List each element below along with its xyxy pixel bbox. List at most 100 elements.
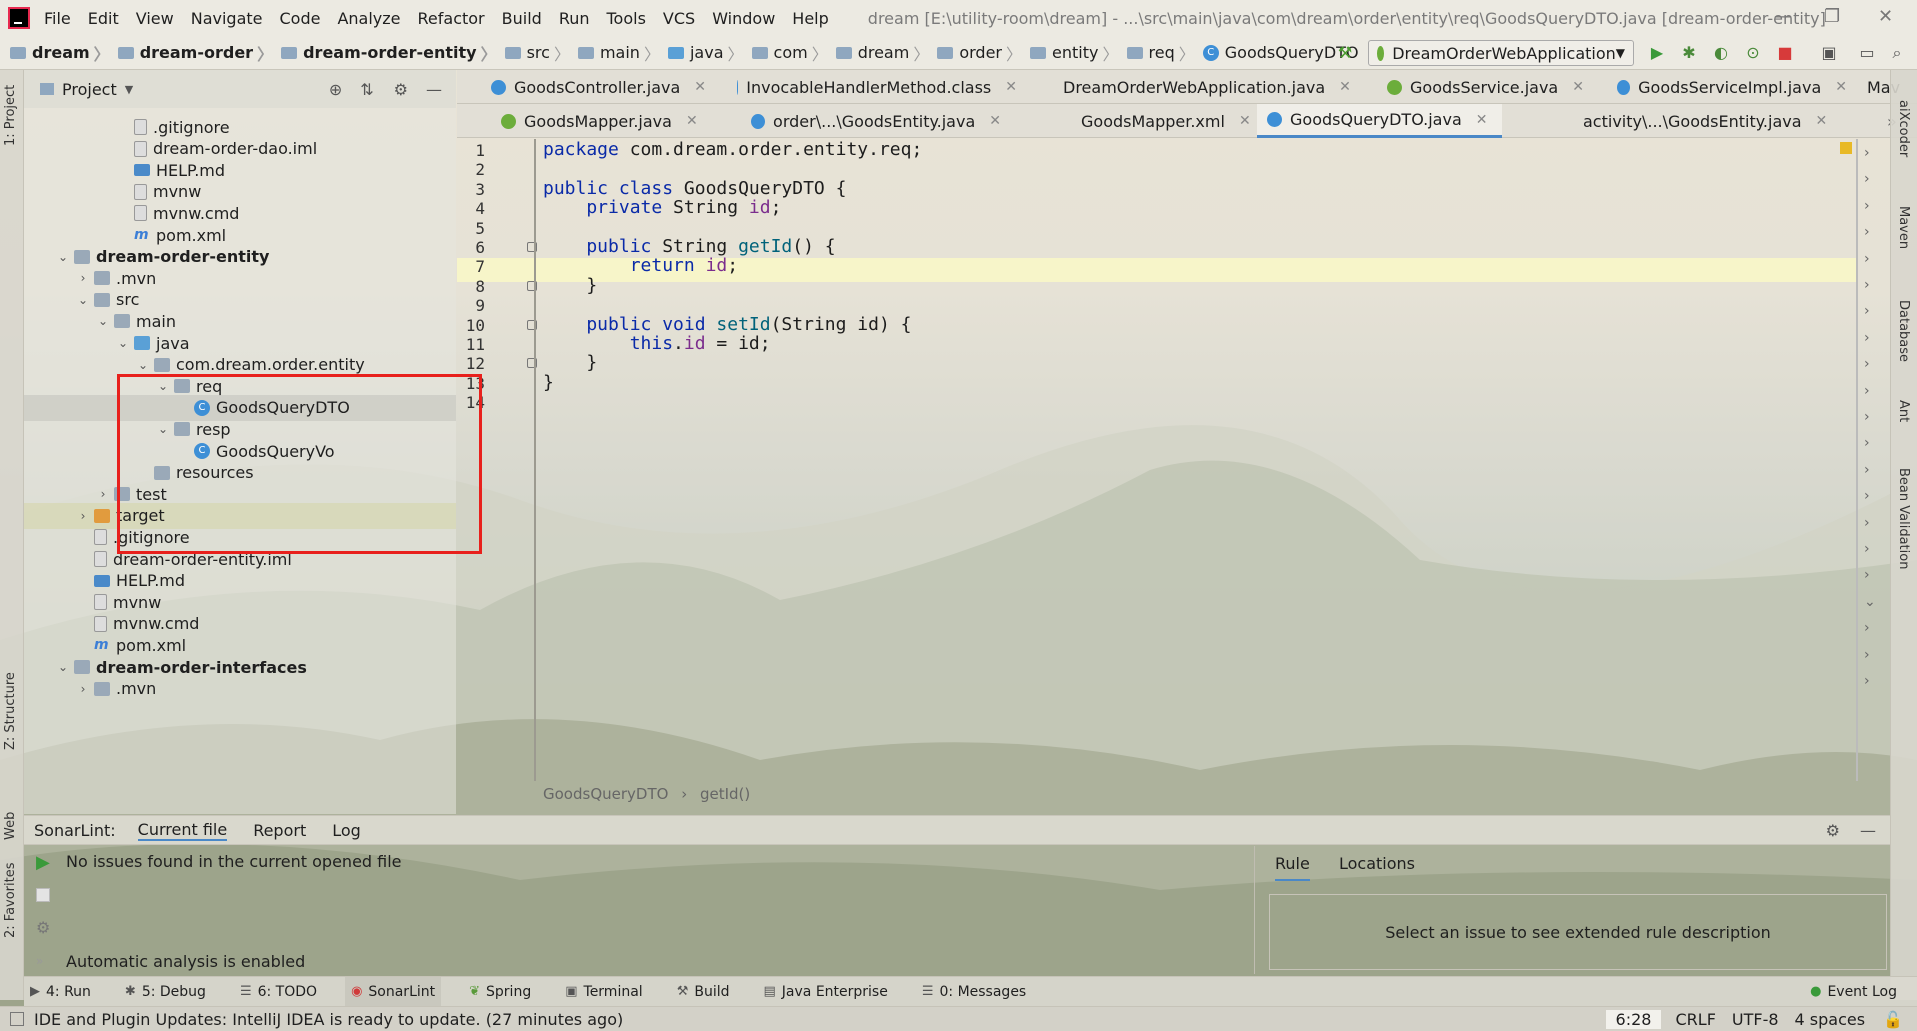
editor-tab[interactable]: GoodsMapper.java ✕ [491,104,701,138]
editor-tab[interactable]: GoodsController.java ✕ [481,70,706,104]
menu-navigate[interactable]: Navigate [191,9,263,28]
gear-icon[interactable]: ⚙ [394,80,408,99]
maximize-icon[interactable]: ❐ [1824,6,1840,27]
breadcrumb-item[interactable]: order 〉 [937,41,1022,65]
editor-tab[interactable]: GoodsServiceImpl.java ✕ [1607,70,1847,104]
close-icon[interactable]: ✕ [1239,113,1251,129]
close-icon[interactable]: ✕ [989,113,1001,129]
menu-window[interactable]: Window [712,9,775,28]
breadcrumb-class[interactable]: GoodsQueryDTO [543,785,668,803]
editor-tab[interactable]: GoodsService.java ✕ [1377,70,1597,104]
chevron-right-icon[interactable]: › [1864,488,1870,504]
chevron-right-icon[interactable]: › [1864,515,1870,531]
tree-item[interactable]: › .mvn [24,676,456,702]
close-icon[interactable]: ✕ [1878,6,1893,27]
menu-view[interactable]: View [136,9,174,28]
project-structure-icon[interactable]: ▣ [1820,44,1838,62]
chevron-right-icon[interactable]: › [1864,620,1870,636]
close-icon[interactable]: ✕ [1005,79,1017,95]
aixcoder-tool-tab[interactable]: aiXcoder [1896,100,1911,157]
warning-marker-icon[interactable] [1840,142,1852,154]
chevron-right-icon[interactable]: › [1864,171,1870,187]
chevron-down-icon[interactable]: ⌄ [1864,594,1876,610]
menu-run[interactable]: Run [559,9,590,28]
tab-current-file[interactable]: Current file [137,820,228,841]
tool-spring[interactable]: ❦ Spring [463,977,537,1007]
breadcrumb-item[interactable]: req 〉 [1126,41,1195,65]
ant-tool-tab[interactable]: Ant [1896,400,1911,422]
menu-help[interactable]: Help [792,9,828,28]
chevron-right-icon[interactable]: › [1864,198,1870,214]
run-configuration-select[interactable]: DreamOrderWebApplication ▼ [1368,40,1634,66]
breadcrumb-item[interactable]: entity 〉 [1030,41,1119,65]
chevron-right-icon[interactable]: › [76,271,90,285]
tool-sonarlint[interactable]: ◉ SonarLint [345,976,442,1007]
database-tool-tab[interactable]: Database [1896,300,1911,362]
structure-tool-tab[interactable]: Z: Structure [3,672,18,750]
tool-todo[interactable]: ☰ 6: TODO [234,977,323,1007]
close-icon[interactable]: ✕ [694,79,706,95]
code-line[interactable]: } [543,274,597,298]
collapse-all-icon[interactable]: ⇅ [360,80,373,99]
tool-run[interactable]: ▶ 4: Run [24,977,97,1007]
hide-icon[interactable]: — [1860,821,1876,840]
toggle-tool-windows-icon[interactable] [10,1012,24,1026]
lock-icon[interactable]: 🔓 [1883,1010,1903,1029]
project-tool-tab[interactable]: 1: Project [3,85,18,146]
editor-tab[interactable]: activity\...\GoodsEntity.java ✕ [1565,104,1828,138]
chevron-down-icon[interactable]: ⌄ [96,314,110,328]
indent-setting[interactable]: 4 spaces [1795,1010,1866,1029]
bean-validation-tool-tab[interactable]: Bean Validation [1896,468,1911,569]
breadcrumb-item[interactable]: dream-order-entity 〉 [281,41,497,65]
tool-terminal[interactable]: ▣ Terminal [559,977,648,1007]
close-icon[interactable]: ✕ [1476,112,1488,128]
breadcrumb-item[interactable]: main 〉 [577,41,660,65]
tab-locations[interactable]: Locations [1339,854,1415,873]
chevron-right-icon[interactable]: › [76,682,90,696]
editor-tab-active[interactable]: GoodsQueryDTO.java ✕ [1257,104,1502,138]
expand-icon[interactable]: » [36,954,43,968]
chevron-down-icon[interactable]: ⌄ [56,250,70,264]
tab-rule[interactable]: Rule [1275,854,1310,881]
file-encoding[interactable]: UTF-8 [1732,1010,1779,1029]
maven-tool-tab[interactable]: Maven [1896,206,1911,249]
run-analysis-icon[interactable]: ▶ [36,852,50,873]
presentation-icon[interactable]: ▭ [1858,44,1876,62]
build-hammer-icon[interactable]: ⚒ [1336,44,1354,62]
breadcrumb-item[interactable]: com 〉 [751,41,828,65]
gear-icon[interactable]: ⚙ [1826,821,1840,840]
caret-position[interactable]: 6:28 [1605,1009,1662,1029]
chevron-right-icon[interactable]: › [1864,435,1870,451]
stop-icon[interactable]: ■ [1776,44,1794,62]
close-icon[interactable]: ✕ [1816,113,1828,129]
breadcrumb-item[interactable]: src 〉 [504,41,570,65]
menu-vcs[interactable]: VCS [663,9,695,28]
search-icon[interactable]: ⌕ [1888,44,1906,62]
chevron-right-icon[interactable]: › [1864,567,1870,583]
editor-tab[interactable]: InvocableHandlerMethod.class ✕ [727,70,1017,104]
editor-tab[interactable]: GoodsMapper.xml ✕ [1049,104,1251,138]
status-message[interactable]: IDE and Plugin Updates: IntelliJ IDEA is… [34,1010,623,1029]
chevron-right-icon[interactable]: › [1864,145,1870,161]
hide-icon[interactable]: — [426,80,442,99]
breadcrumb-item[interactable]: dream 〉 [835,41,929,65]
chevron-right-icon[interactable]: › [76,509,90,523]
tab-report[interactable]: Report [253,821,306,840]
menu-file[interactable]: File [44,9,71,28]
close-icon[interactable]: ✕ [1835,79,1847,95]
tool-event-log[interactable]: ● Event Log [1804,977,1903,1007]
coverage-icon[interactable]: ◐ [1712,44,1730,62]
chevron-right-icon[interactable]: › [96,487,110,501]
close-icon[interactable]: ✕ [686,113,698,129]
locate-icon[interactable]: ⊕ [329,80,342,99]
menu-tools[interactable]: Tools [607,9,646,28]
chevron-right-icon[interactable]: › [1864,356,1870,372]
breadcrumb-item[interactable]: dream-order 〉 [117,41,273,65]
code-line[interactable]: } [543,371,554,395]
chevron-down-icon[interactable]: ▼ [125,83,133,96]
chevron-right-icon[interactable]: › [1864,251,1870,267]
chevron-right-icon[interactable]: › [1864,462,1870,478]
code-line[interactable]: private String id; [543,196,781,220]
web-tool-tab[interactable]: Web [3,812,18,840]
wrench-icon[interactable]: ⚙ [36,918,50,937]
